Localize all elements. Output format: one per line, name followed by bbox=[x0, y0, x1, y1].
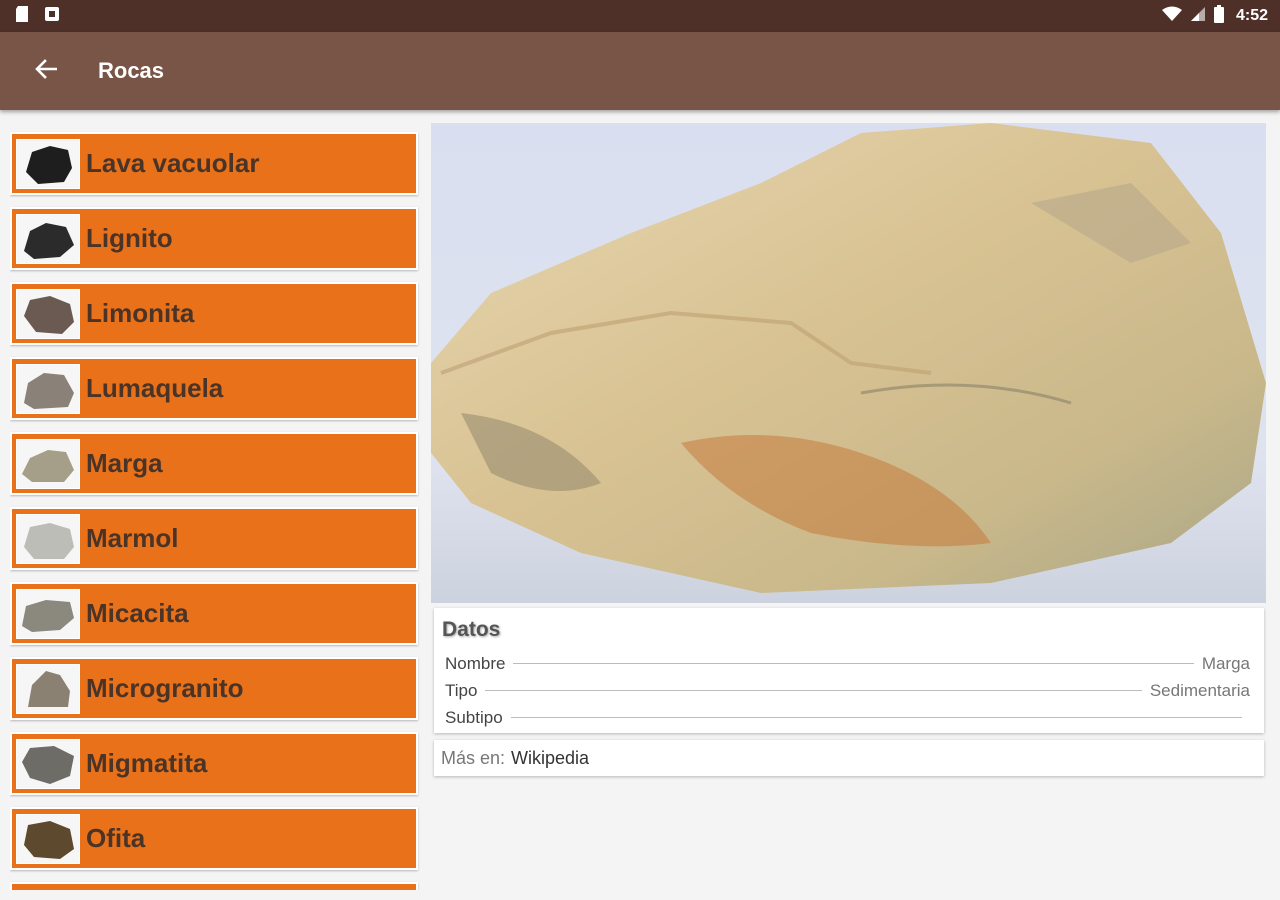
leader-line bbox=[510, 717, 1242, 718]
details-label: Tipo bbox=[445, 680, 478, 700]
list-item[interactable]: Marmol bbox=[10, 507, 418, 570]
list-item[interactable] bbox=[10, 882, 418, 890]
details-label: Nombre bbox=[445, 653, 506, 673]
list-item[interactable]: Migmatita bbox=[10, 732, 418, 795]
sd-card-icon bbox=[14, 5, 30, 28]
app-bar: Rocas bbox=[0, 32, 1280, 110]
list-item-label: Ofita bbox=[86, 823, 146, 853]
list-item[interactable]: Lumaquela bbox=[10, 357, 418, 420]
back-button[interactable] bbox=[26, 51, 66, 91]
list-item[interactable]: Lava vacuolar bbox=[10, 132, 418, 195]
details-label: Subtipo bbox=[445, 707, 503, 727]
rock-list[interactable]: Lava vacuolar Lignito Limonita Lumaquela… bbox=[10, 130, 420, 890]
list-item-label: Lumaquela bbox=[86, 373, 224, 403]
rock-thumbnail bbox=[16, 513, 80, 564]
rock-thumbnail bbox=[16, 438, 80, 489]
details-value: Sedimentaria bbox=[1149, 680, 1250, 700]
list-item-label: Micacita bbox=[86, 598, 189, 628]
list-item-label: Migmatita bbox=[86, 748, 208, 778]
list-item[interactable]: Ofita bbox=[10, 807, 418, 870]
signal-icon bbox=[1190, 6, 1206, 27]
details-row-name: Nombre Marga bbox=[442, 650, 1250, 677]
list-item-label: Marga bbox=[86, 448, 163, 478]
leader-line bbox=[513, 663, 1194, 664]
rock-photo bbox=[431, 123, 1266, 603]
status-bar: 4:52 bbox=[0, 0, 1280, 32]
details-value: Marga bbox=[1201, 653, 1250, 673]
notification-icon bbox=[44, 6, 60, 27]
more-label: Más en: bbox=[441, 747, 506, 768]
list-item[interactable]: Microgranito bbox=[10, 657, 418, 720]
rock-thumbnail bbox=[16, 213, 80, 264]
details-row-subtype: Subtipo bbox=[442, 704, 1250, 731]
details-card: Datos Nombre Marga Tipo Sedimentaria Sub… bbox=[434, 608, 1264, 733]
rock-thumbnail bbox=[16, 663, 80, 714]
rock-thumbnail bbox=[16, 813, 80, 864]
details-row-type: Tipo Sedimentaria bbox=[442, 677, 1250, 704]
list-item[interactable]: Limonita bbox=[10, 282, 418, 345]
list-item[interactable]: Micacita bbox=[10, 582, 418, 645]
rock-thumbnail bbox=[16, 288, 80, 339]
list-item-label: Marmol bbox=[86, 523, 179, 553]
rock-thumbnail bbox=[16, 363, 80, 414]
rock-thumbnail bbox=[16, 138, 80, 189]
list-item[interactable]: Marga bbox=[10, 432, 418, 495]
arrow-back-icon bbox=[35, 58, 58, 84]
rock-thumbnail bbox=[16, 738, 80, 789]
list-item-label: Microgranito bbox=[86, 673, 244, 703]
list-item-label: Limonita bbox=[86, 298, 195, 328]
page-title: Rocas bbox=[98, 58, 165, 83]
leader-line bbox=[485, 690, 1142, 691]
battery-icon bbox=[1213, 4, 1224, 28]
wifi-icon bbox=[1161, 6, 1182, 27]
rock-thumbnail bbox=[16, 588, 80, 639]
more-info-card: Más en: Wikipedia bbox=[434, 740, 1264, 776]
details-heading: Datos bbox=[442, 618, 501, 641]
list-item[interactable]: Lignito bbox=[10, 207, 418, 270]
list-item-label: Lava vacuolar bbox=[86, 148, 260, 178]
status-time: 4:52 bbox=[1235, 7, 1268, 24]
wikipedia-link[interactable]: Wikipedia bbox=[511, 748, 589, 769]
list-item-label: Lignito bbox=[86, 223, 173, 253]
